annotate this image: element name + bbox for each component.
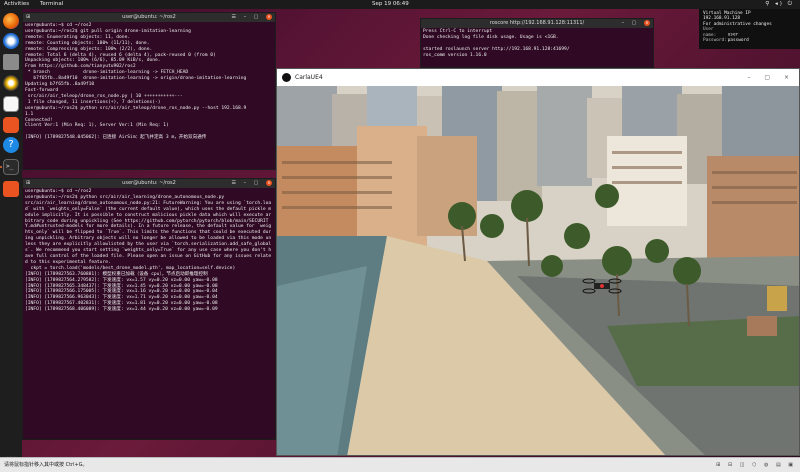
window-controls[interactable]: ☰ – ▢ × (232, 13, 272, 22)
input-hint: 请将鼠标指针移入其中或按 Ctrl+G。 (4, 462, 88, 468)
files-icon[interactable] (3, 54, 19, 70)
vm-status-bar: 请将鼠标指针移入其中或按 Ctrl+G。 ⊞ ⊟ ◫ ⬡ ◍ ▤ ▣ (0, 457, 800, 472)
help-icon[interactable]: ? (3, 137, 19, 153)
clock[interactable]: Sep 19 06:49 (372, 0, 409, 9)
terminal-line: ros_comm version 1.16.0 (423, 52, 487, 58)
terminal-title: user@ubuntu: ~/ros2 (122, 14, 176, 20)
desktop: Activities Terminal Sep 19 06:49 ⚲ ◂) ⏻ … (0, 0, 800, 472)
top-bar: Activities Terminal Sep 19 06:49 ⚲ ◂) ⏻ (0, 0, 800, 9)
window-controls[interactable]: – ▢ × (747, 69, 795, 86)
system-tray[interactable]: ⚲ ◂) ⏻ (765, 0, 794, 9)
terminal-window-bottom[interactable]: ⊞ user@ubuntu: ~/ros2 ☰ – ▢ × user@ubunt… (22, 178, 276, 440)
vm-pass-label: Password: (703, 38, 727, 44)
rhythmbox-icon[interactable] (3, 75, 19, 91)
carla-titlebar[interactable]: CarlaUE4 – ▢ × (277, 69, 799, 86)
vm-tray-icons[interactable]: ⊞ ⊟ ◫ ⬡ ◍ ▤ ▣ (716, 458, 796, 472)
terminal-output[interactable]: Press Ctrl-C to interrupt Done checking l… (421, 28, 653, 60)
vm-user-label: User name: (703, 27, 717, 38)
terminal-window-top[interactable]: ⊞ user@ubuntu: ~/ros2 ☰ – ▢ × user@ubunt… (22, 12, 276, 170)
ubuntu-icon[interactable] (3, 181, 19, 197)
simulation-viewport[interactable] (277, 86, 799, 455)
terminal-titlebar[interactable]: ⊞ user@ubuntu: ~/ros2 ☰ – ▢ × (23, 13, 275, 22)
window-controls[interactable]: ☰ – ▢ × (232, 179, 272, 188)
vm-user-value: user (727, 32, 739, 38)
new-tab-icon[interactable]: ⊞ (26, 13, 30, 22)
close-icon[interactable]: × (266, 14, 272, 20)
close-icon[interactable]: × (644, 20, 650, 26)
carla-title: CarlaUE4 (295, 74, 323, 81)
city-scene (277, 86, 799, 455)
vm-pass-row: Password: password (703, 38, 796, 43)
dock: ? >_ (0, 9, 22, 472)
thunderbird-icon[interactable] (3, 33, 19, 49)
terminal-running-indicator (0, 166, 2, 168)
app-menu[interactable]: Terminal (40, 0, 63, 9)
activities-button[interactable]: Activities (4, 0, 29, 9)
terminal-title: user@ubuntu: ~/ros2 (122, 180, 176, 186)
terminal-icon[interactable]: >_ (3, 159, 19, 175)
terminal-line: src/air/air_learning/drone_autonomous_no… (25, 200, 272, 265)
firefox-icon[interactable] (3, 13, 19, 29)
close-icon[interactable]: × (266, 180, 272, 186)
terminal-line: [INFO] [1789827548.045062]: 已连接 AirSim：起… (25, 135, 207, 141)
carla-window[interactable]: CarlaUE4 – ▢ × (276, 68, 800, 456)
terminal-line: user@ubuntu:~/ros2$ python src/air/air_t… (25, 105, 247, 111)
software-icon[interactable] (3, 117, 19, 133)
unreal-icon (282, 73, 291, 82)
libreoffice-icon[interactable] (3, 96, 19, 112)
terminal-line: [INFO] [1789827568.406089]: 下发速度: vx=1.4… (25, 307, 218, 313)
vm-user-row: User name: user (703, 27, 796, 38)
terminal-titlebar[interactable]: roscore http://192.168.91.128:11311/ – ▢… (421, 19, 653, 28)
new-tab-icon[interactable]: ⊞ (26, 179, 30, 188)
terminal-title: roscore http://192.168.91.128:11311/ (489, 20, 585, 26)
terminal-output[interactable]: user@ubuntu:~$ cd ~/ros2 user@ubuntu:~/ro… (23, 22, 275, 142)
window-controls[interactable]: – ▢ × (622, 19, 650, 28)
vm-pass-value: password (727, 38, 749, 44)
terminal-output[interactable]: user@ubuntu:~$ cd ~/ros2 user@ubuntu:~/ro… (23, 188, 275, 314)
terminal-titlebar[interactable]: ⊞ user@ubuntu: ~/ros2 ☰ – ▢ × (23, 179, 275, 188)
terminal-window-roscore[interactable]: roscore http://192.168.91.128:11311/ – ▢… (420, 18, 654, 68)
vm-info-panel: Virtual Machine IP 192.168.91.128 For ad… (699, 9, 800, 49)
